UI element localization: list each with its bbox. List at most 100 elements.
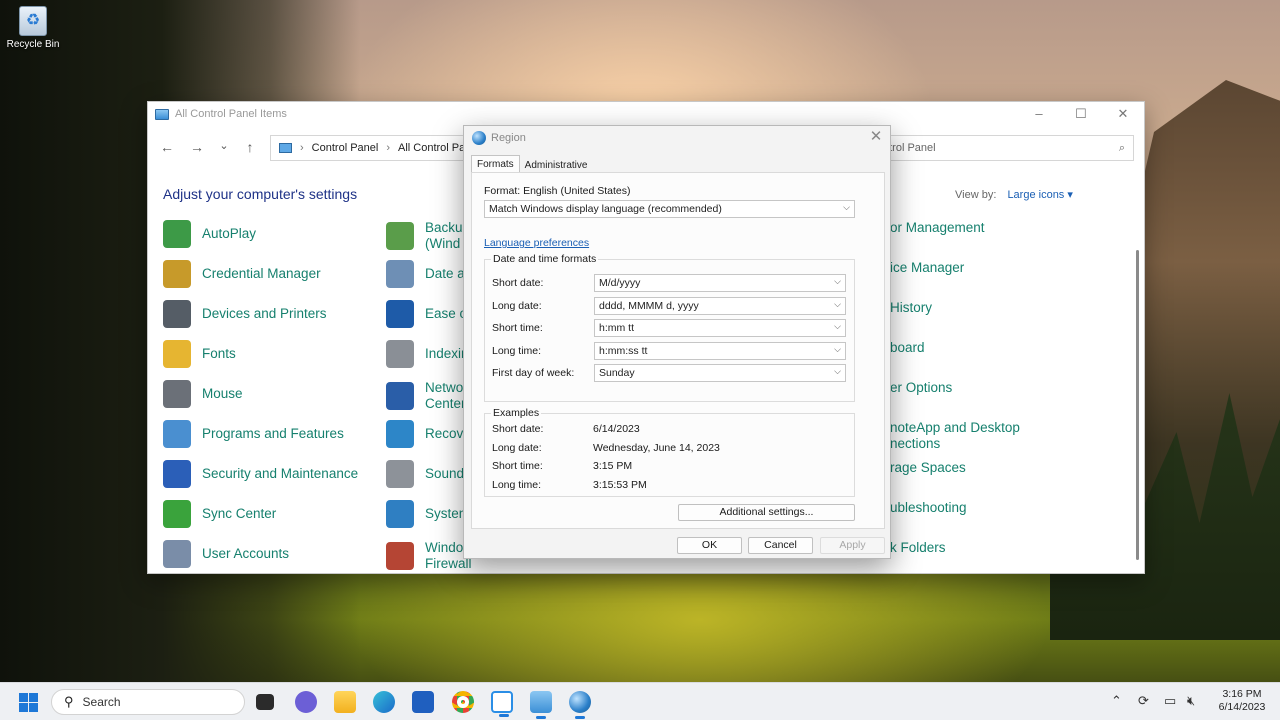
- minimize-button[interactable]: –: [1018, 102, 1060, 126]
- taskbar-search[interactable]: ⚲ Search: [51, 689, 245, 715]
- control-panel-item[interactable]: User Accounts: [163, 540, 289, 568]
- control-panel-item-label: Fonts: [202, 346, 236, 361]
- example-label: Short date:: [492, 423, 544, 435]
- cancel-button[interactable]: Cancel: [748, 537, 813, 554]
- window-title: All Control Panel Items: [175, 108, 287, 120]
- volume-muted-icon[interactable]: 🔇︎: [1187, 693, 1195, 709]
- control-panel-item[interactable]: Fonts: [163, 340, 236, 368]
- control-panel-item[interactable]: Recove: [386, 420, 471, 448]
- format-dropdown-value: h:mm:ss tt: [599, 344, 648, 357]
- example-value: Wednesday, June 14, 2023: [593, 441, 720, 454]
- view-by-dropdown[interactable]: Large icons ▾: [1007, 189, 1072, 201]
- control-panel-item-label: rage Spaces: [890, 460, 966, 475]
- control-panel-item[interactable]: Date a: [386, 260, 465, 288]
- format-dropdown[interactable]: M/d/yyyy ⌵: [594, 274, 846, 292]
- close-button[interactable]: ✕: [1102, 102, 1144, 126]
- control-panel-icon[interactable]: [530, 691, 552, 719]
- apply-button[interactable]: Apply: [820, 537, 885, 554]
- format-dropdown-value: h:mm tt: [599, 322, 635, 334]
- region-icon[interactable]: [569, 691, 591, 719]
- control-panel-item[interactable]: Security and Maintenance: [163, 460, 358, 488]
- example-label: Long date:: [492, 441, 542, 454]
- file-explorer-icon[interactable]: [334, 691, 356, 713]
- control-panel-item[interactable]: ubleshooting: [890, 500, 967, 516]
- back-button[interactable]: ←: [158, 139, 176, 155]
- control-panel-item-label: Mouse: [202, 386, 243, 401]
- recent-locations-button[interactable]: ⌄: [215, 139, 233, 152]
- chrome-icon[interactable]: [452, 691, 474, 713]
- breadcrumb-all-items[interactable]: All Control Pa: [398, 142, 465, 154]
- forward-button[interactable]: →: [188, 139, 206, 155]
- control-panel-item[interactable]: Backup (Wind: [386, 220, 470, 252]
- control-panel-item[interactable]: or Management: [890, 220, 985, 236]
- vertical-scrollbar[interactable]: [1136, 250, 1139, 560]
- control-panel-item[interactable]: Netwo Center: [386, 380, 466, 412]
- control-panel-icon: [155, 108, 169, 120]
- region-dialog: Region ✕ Formats Administrative Format: …: [463, 125, 891, 559]
- control-panel-item-label: Credential Manager: [202, 266, 321, 281]
- format-field-label: Long date:: [492, 299, 542, 312]
- language-preferences-link[interactable]: Language preferences: [484, 237, 589, 249]
- globe-icon: [472, 131, 486, 145]
- control-panel-item[interactable]: History: [890, 300, 932, 316]
- control-panel-item[interactable]: Windo Firewall: [386, 540, 472, 572]
- chevron-down-icon: ⌵: [834, 276, 841, 286]
- control-panel-item-label: board: [890, 340, 925, 355]
- edge-icon[interactable]: [373, 691, 395, 713]
- speaker-icon: [386, 460, 414, 488]
- format-dropdown[interactable]: Sunday ⌵: [594, 364, 846, 382]
- sync-icon: [163, 500, 191, 528]
- search-icon: ⚲: [64, 694, 74, 709]
- ok-button[interactable]: OK: [677, 537, 742, 554]
- breadcrumb-control-panel[interactable]: Control Panel: [312, 142, 379, 154]
- control-panel-item-label: Netwo Center: [425, 380, 466, 411]
- control-panel-item[interactable]: Ease o: [386, 300, 467, 328]
- calendar-clock-icon: [386, 260, 414, 288]
- control-panel-item[interactable]: noteApp and Desktop nections: [890, 420, 1020, 452]
- start-button[interactable]: [19, 693, 38, 712]
- control-panel-item[interactable]: ice Manager: [890, 260, 964, 276]
- example-value: 3:15:53 PM: [593, 478, 647, 491]
- control-panel-item[interactable]: Credential Manager: [163, 260, 321, 288]
- format-dropdown[interactable]: Match Windows display language (recommen…: [484, 200, 855, 218]
- control-panel-item[interactable]: Sync Center: [163, 500, 276, 528]
- control-panel-item-label: k Folders: [890, 540, 946, 555]
- store-icon[interactable]: [412, 691, 434, 713]
- control-panel-item[interactable]: er Options: [890, 380, 952, 396]
- clock[interactable]: 3:16 PM 6/14/2023: [1212, 688, 1272, 714]
- chevron-up-icon[interactable]: ⌃: [1111, 693, 1122, 709]
- recycle-bin-shortcut[interactable]: ♻ Recycle Bin: [4, 6, 62, 50]
- printer-icon: [163, 300, 191, 328]
- control-panel-item[interactable]: Systen: [386, 500, 466, 528]
- network-icon[interactable]: ▭: [1164, 693, 1176, 709]
- control-panel-item[interactable]: AutoPlay: [163, 220, 256, 248]
- sync-icon[interactable]: ⟳: [1138, 693, 1149, 709]
- control-panel-item[interactable]: Mouse: [163, 380, 243, 408]
- taskbar-search-placeholder: Search: [82, 695, 121, 709]
- maximize-button[interactable]: ☐: [1060, 102, 1102, 126]
- chevron-right-icon: ›: [300, 142, 304, 154]
- control-panel-item-label: User Accounts: [202, 546, 290, 561]
- search-input[interactable]: ntrol Panel ⌕: [874, 135, 1134, 161]
- chevron-down-icon: ⌵: [834, 298, 841, 309]
- chat-icon[interactable]: [295, 691, 317, 713]
- task-view-icon[interactable]: [256, 694, 274, 710]
- control-panel-item[interactable]: Sound: [386, 460, 464, 488]
- up-button[interactable]: ↑: [241, 139, 259, 155]
- control-panel-item[interactable]: rage Spaces: [890, 460, 966, 476]
- control-panel-item[interactable]: Programs and Features: [163, 420, 344, 448]
- additional-settings-button[interactable]: Additional settings...: [678, 504, 855, 521]
- control-panel-item[interactable]: k Folders: [890, 540, 946, 556]
- format-dropdown[interactable]: dddd, MMMM d, yyyy ⌵: [594, 296, 846, 315]
- control-panel-item[interactable]: Indexin: [386, 340, 469, 368]
- format-dropdown[interactable]: h:mm tt ⌵: [594, 319, 846, 337]
- search-icon: ⌕: [1118, 142, 1125, 154]
- dialog-close-button[interactable]: ✕: [866, 127, 886, 145]
- format-field-label: First day of week:: [492, 367, 575, 379]
- recycle-bin-label: Recycle Bin: [6, 39, 60, 50]
- format-dropdown[interactable]: h:mm:ss tt ⌵: [594, 341, 846, 360]
- control-panel-item[interactable]: Devices and Printers: [163, 300, 327, 328]
- control-panel-item[interactable]: board: [890, 340, 925, 356]
- recycle-bin-icon: ♻: [19, 6, 47, 36]
- snipping-tool-icon[interactable]: [491, 691, 513, 717]
